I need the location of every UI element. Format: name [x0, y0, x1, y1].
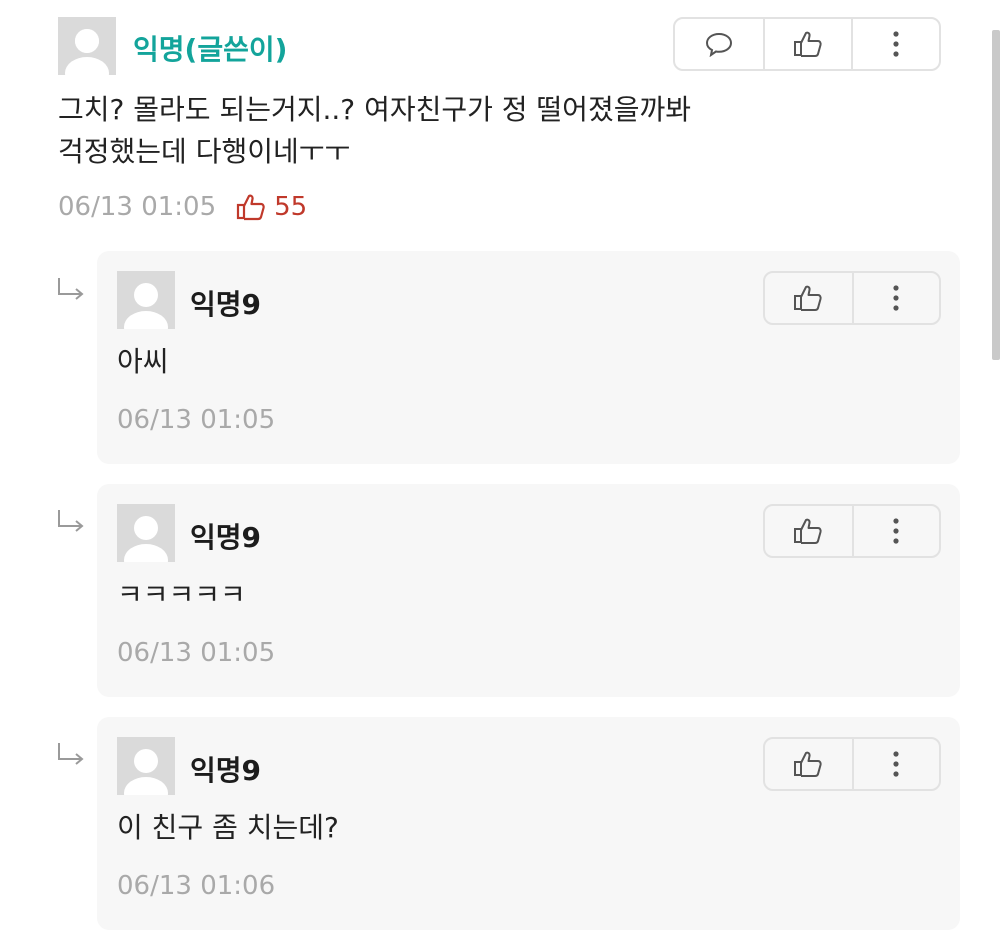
more-button[interactable]: [851, 19, 939, 69]
comment-author: 익명(글쓴이): [133, 33, 288, 66]
comment-meta: 06/13 01:05 55: [58, 192, 307, 222]
default-avatar-icon: [117, 271, 175, 329]
reply-author: 익명9: [190, 754, 262, 787]
reply-timestamp: 06/13 01:06: [117, 871, 276, 901]
avatar: [58, 17, 116, 75]
thumbs-up-icon: [794, 31, 822, 57]
avatar: [117, 737, 175, 795]
reply-actions: [763, 271, 941, 325]
reply-author: 익명9: [190, 521, 262, 554]
speech-bubble-icon: [705, 32, 733, 57]
like-button[interactable]: [765, 739, 852, 789]
avatar: [117, 504, 175, 562]
reply-card: 익명9 ㅋㅋㅋㅋㅋ 06/13 01:05: [97, 484, 960, 697]
more-vertical-icon: [893, 31, 899, 57]
more-vertical-icon: [893, 285, 900, 311]
reply-actions: [763, 737, 941, 791]
like-count: 55: [236, 192, 307, 222]
reply-arrow-icon: [58, 278, 84, 300]
avatar: [117, 271, 175, 329]
reply-timestamp: 06/13 01:05: [117, 638, 276, 668]
reply-timestamp: 06/13 01:05: [117, 405, 276, 435]
reply-author: 익명9: [190, 288, 262, 321]
default-avatar-icon: [117, 504, 175, 562]
reply-arrow-icon: [58, 510, 84, 532]
like-count-value: 55: [274, 192, 308, 222]
like-button[interactable]: [765, 506, 852, 556]
more-button[interactable]: [851, 739, 939, 789]
comment-actions: [673, 17, 941, 71]
reply-actions: [763, 504, 941, 558]
thumbs-up-icon: [794, 751, 823, 777]
reply-card: 익명9 이 친구 좀 치는데? 06/13 01:06: [97, 717, 960, 930]
scrollbar[interactable]: [992, 30, 1000, 360]
more-vertical-icon: [893, 518, 900, 544]
reply-text: 이 친구 좀 치는데?: [117, 811, 339, 844]
more-button[interactable]: [851, 506, 939, 556]
comment-text: 그치? 몰라도 되는거지..? 여자친구가 정 떨어졌을까봐 걱정했는데 다행이…: [58, 93, 691, 168]
default-avatar-icon: [58, 17, 116, 75]
reply-arrow-icon: [58, 743, 84, 765]
more-button[interactable]: [851, 273, 939, 323]
like-button[interactable]: [763, 19, 851, 69]
more-vertical-icon: [893, 751, 900, 777]
reply-card: 익명9 아씨 06/13 01:05: [97, 251, 960, 464]
like-button[interactable]: [765, 273, 852, 323]
thumbs-up-icon: [794, 285, 823, 311]
reply-text: ㅋㅋㅋㅋㅋ: [117, 578, 246, 611]
reply-text: 아씨: [117, 345, 169, 378]
thumbs-up-icon: [794, 518, 823, 544]
thumbs-up-icon: [237, 194, 265, 221]
reply-button[interactable]: [675, 19, 763, 69]
default-avatar-icon: [117, 737, 175, 795]
comment-timestamp: 06/13 01:05: [58, 192, 217, 222]
